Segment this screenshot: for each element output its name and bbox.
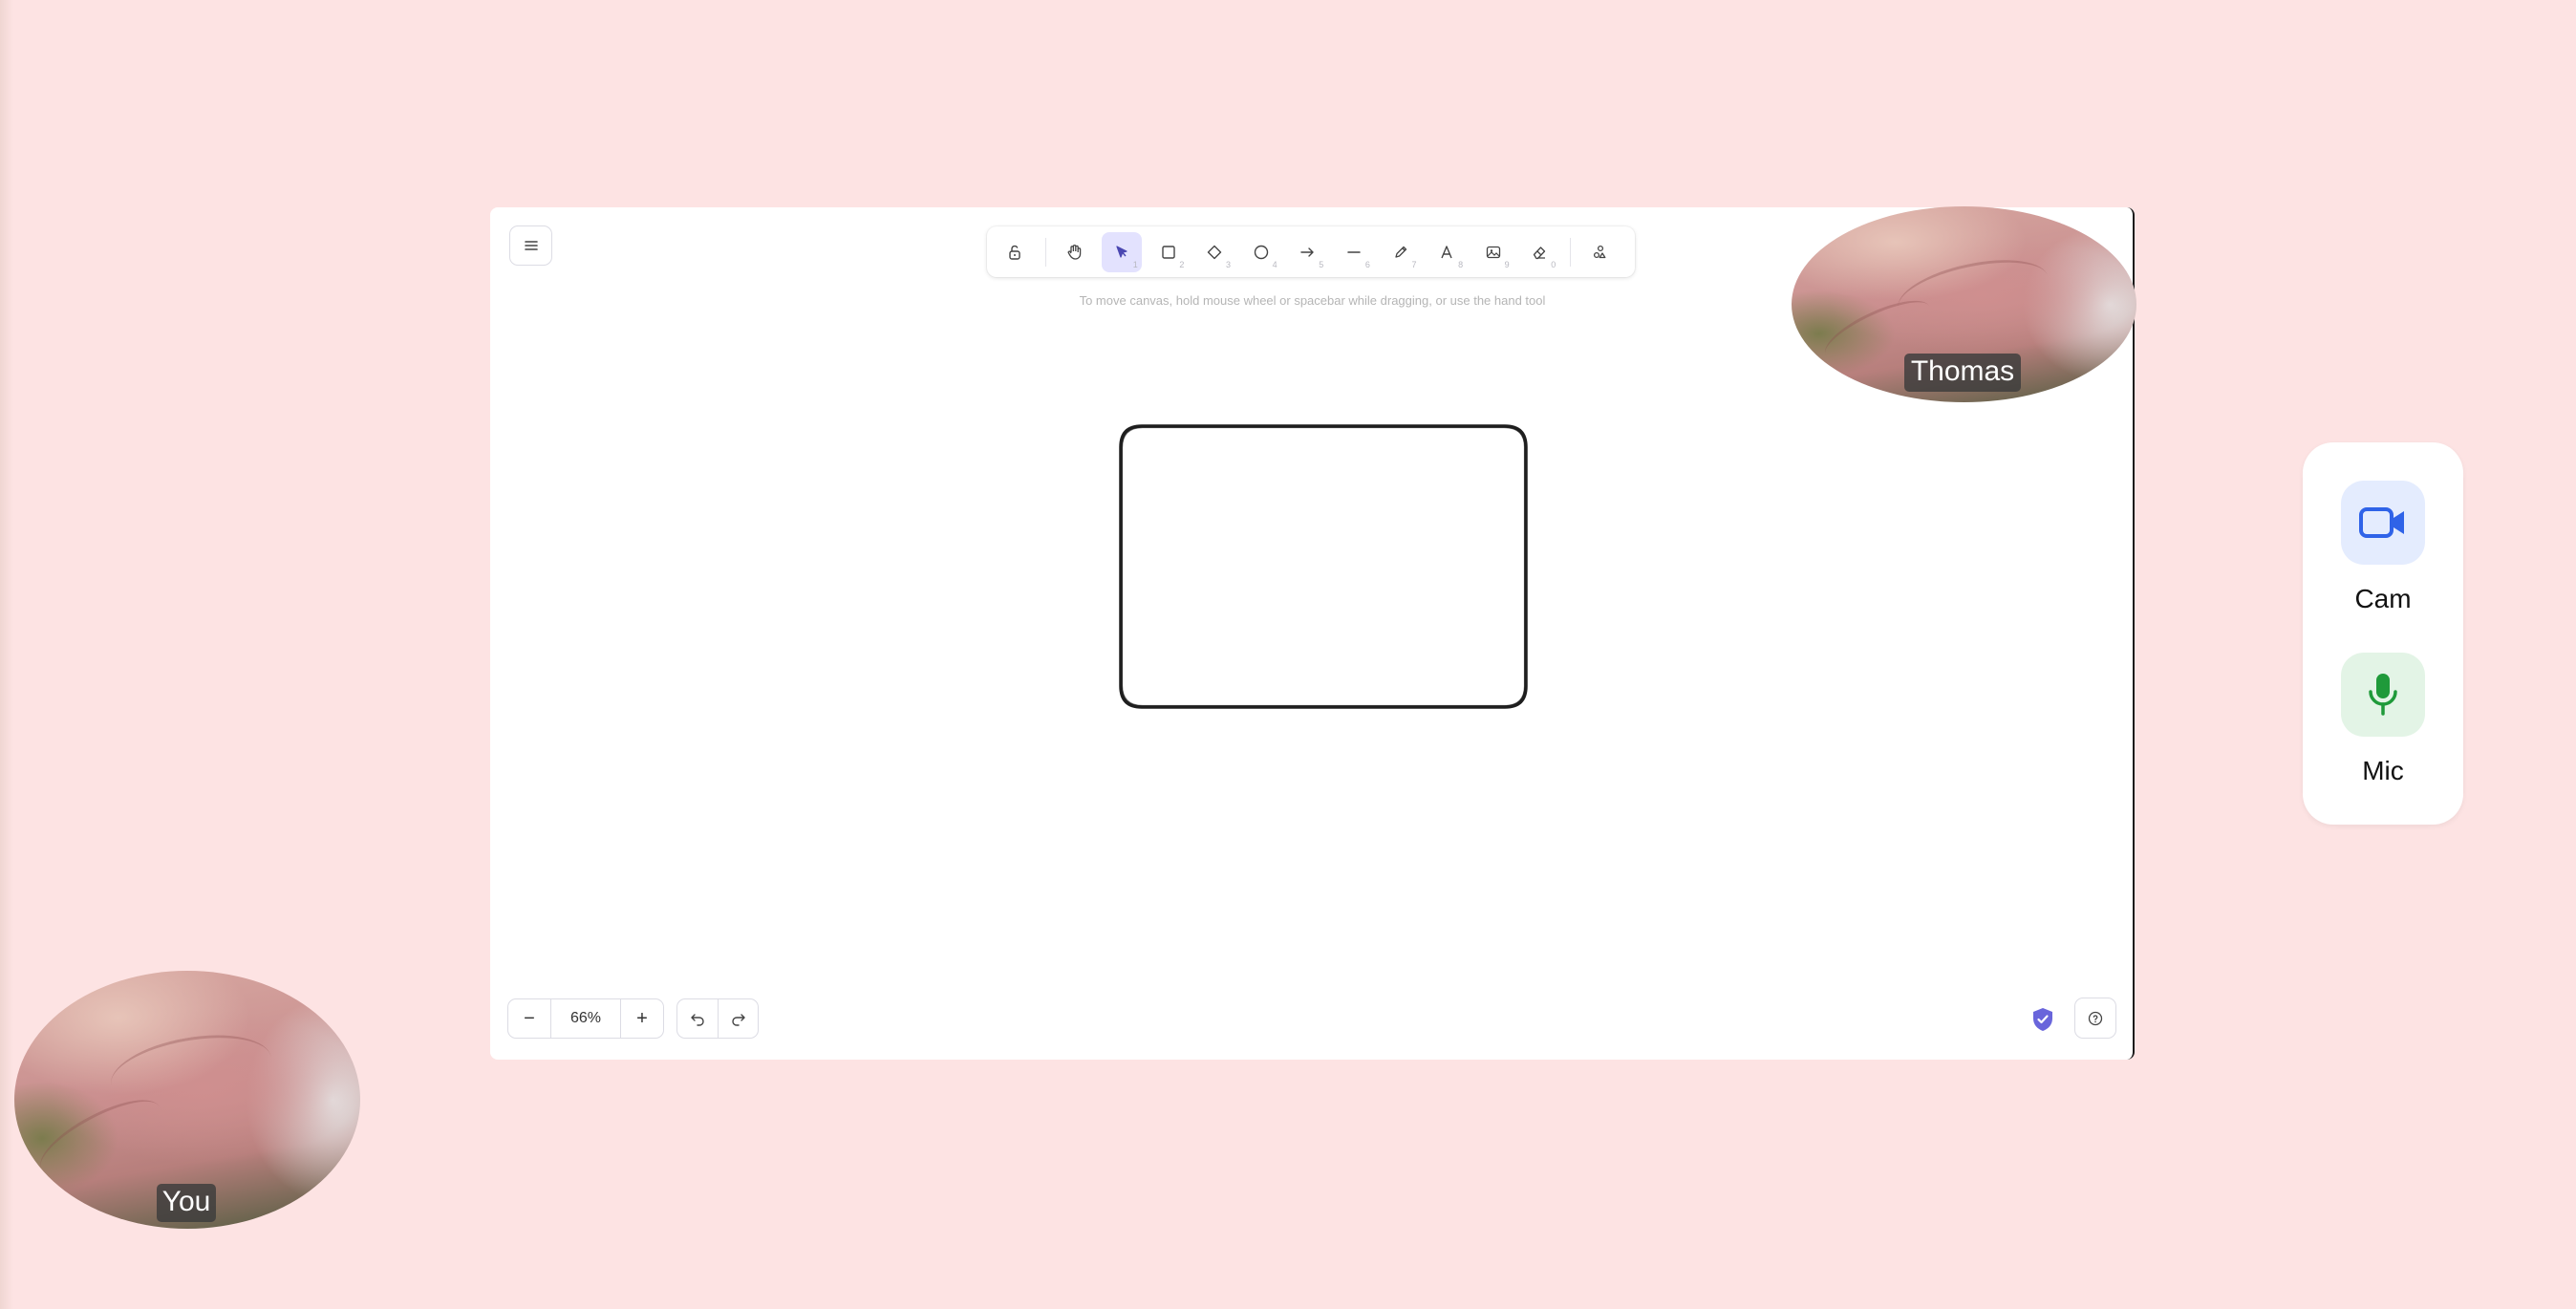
page-edge	[0, 0, 13, 1309]
redo-icon	[731, 1014, 745, 1026]
tool-image[interactable]: 9	[1473, 232, 1513, 272]
microphone-label: Mic	[2362, 756, 2404, 785]
undo-button[interactable]	[677, 999, 718, 1038]
remote-participant-name: Thomas	[1904, 354, 2021, 392]
tool-selection[interactable]: 1	[1102, 231, 1142, 272]
microphone-icon	[2369, 674, 2397, 716]
zoom-level[interactable]: 66%	[550, 999, 621, 1038]
tool-shortcut: 0	[1551, 259, 1556, 269]
hand-icon	[1067, 244, 1082, 260]
image-icon	[1486, 246, 1501, 258]
tool-shortcut: 9	[1504, 259, 1510, 269]
tool-diamond[interactable]: 3	[1194, 232, 1234, 272]
zoom-controls: − 66% +	[507, 998, 664, 1039]
local-participant-name: You	[157, 1184, 216, 1222]
tool-arrow[interactable]: 5	[1288, 232, 1328, 272]
undo-icon	[691, 1014, 704, 1026]
tool-eraser[interactable]: 0	[1520, 232, 1560, 272]
tool-ellipse[interactable]: 4	[1241, 232, 1281, 272]
camera-label: Cam	[2354, 584, 2412, 613]
tool-shortcut: 7	[1411, 259, 1417, 269]
tool-shortcut: 3	[1226, 259, 1232, 269]
toolbar-divider	[1044, 237, 1046, 267]
microphone-toggle-button[interactable]	[2341, 653, 2425, 737]
tool-shortcut: 6	[1364, 259, 1370, 269]
tool-draw[interactable]: 7	[1381, 232, 1421, 272]
camera-toggle-button[interactable]	[2341, 481, 2425, 565]
diamond-icon	[1208, 245, 1222, 259]
line-icon	[1347, 250, 1361, 253]
eraser-icon	[1534, 246, 1546, 259]
tool-rectangle[interactable]: 2	[1148, 232, 1189, 272]
tool-text[interactable]: 8	[1427, 232, 1467, 272]
redo-button[interactable]	[718, 999, 758, 1038]
tool-shortcut: 5	[1319, 259, 1324, 269]
canvas-rectangle[interactable]	[1117, 422, 1530, 711]
video-camera-icon	[2359, 507, 2404, 538]
arrow-right-icon	[1300, 247, 1315, 257]
tool-shortcut: 4	[1272, 259, 1277, 269]
circle-icon	[1254, 245, 1269, 259]
zoom-in-button[interactable]: +	[621, 999, 663, 1038]
tool-shortcut: 8	[1458, 259, 1464, 269]
hamburger-icon	[524, 241, 538, 250]
media-controls-panel: Cam Mic	[2303, 442, 2463, 825]
history-controls	[676, 998, 759, 1039]
zoom-out-button[interactable]: −	[508, 999, 550, 1038]
tool-toolbar: 1 2 3 4 5 6 7 8 9 0	[987, 226, 1635, 277]
unlock-icon	[1009, 245, 1020, 260]
text-icon	[1441, 245, 1452, 258]
shield-check-icon[interactable]	[2030, 1006, 2055, 1033]
help-icon	[2088, 1011, 2103, 1025]
video-frame-detail	[30, 1085, 171, 1191]
tool-shortcut: 2	[1179, 259, 1185, 269]
local-video[interactable]: You	[14, 971, 360, 1229]
pencil-icon	[1395, 246, 1406, 258]
tool-line[interactable]: 6	[1334, 232, 1374, 272]
toolbar-divider	[1570, 237, 1572, 267]
tool-lock[interactable]	[995, 232, 1035, 272]
pointer-icon	[1116, 245, 1127, 258]
tool-extra-shapes[interactable]	[1580, 232, 1621, 272]
square-icon	[1161, 245, 1175, 259]
shapes-icon	[1594, 245, 1606, 258]
remote-video[interactable]: Thomas	[1792, 206, 2136, 402]
help-button[interactable]	[2074, 998, 2116, 1039]
tool-hand[interactable]	[1056, 232, 1096, 272]
tool-shortcut: 1	[1132, 259, 1138, 269]
main-menu-button[interactable]	[509, 225, 552, 266]
